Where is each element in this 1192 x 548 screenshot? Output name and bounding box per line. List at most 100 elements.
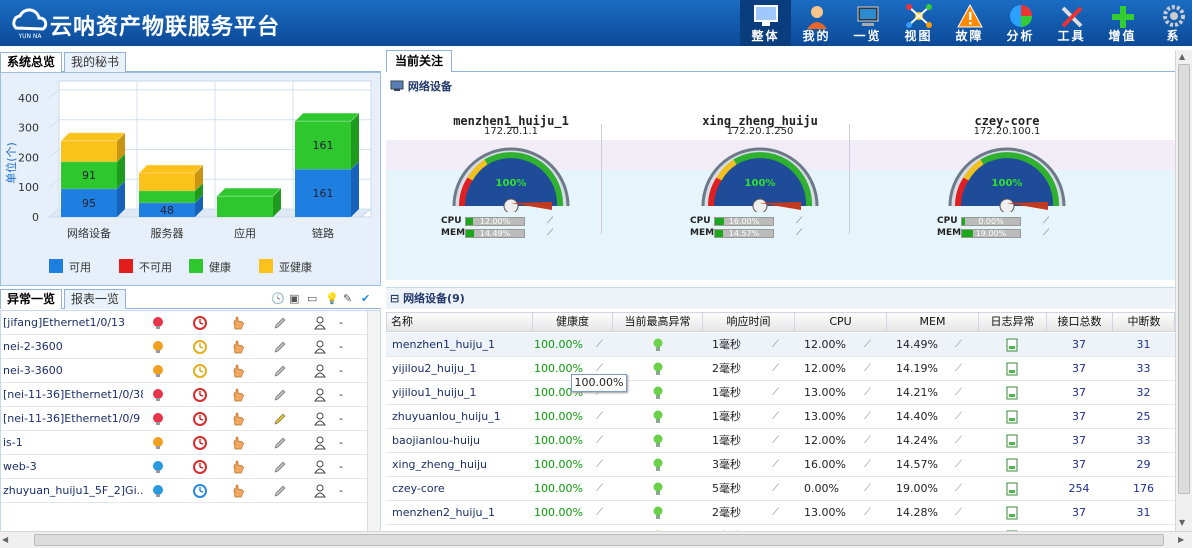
person-icon[interactable]: [313, 460, 327, 474]
anomaly-name[interactable]: [jifang]Ethernet1/0/13: [3, 311, 143, 334]
trend-chart-icon[interactable]: ⟋: [955, 333, 962, 356]
trend-chart-icon[interactable]: ⟋: [772, 501, 779, 524]
nav-tools[interactable]: 工具: [1046, 0, 1097, 46]
log-document-icon[interactable]: [1006, 482, 1018, 496]
table-row[interactable]: menzhen1_huiju_1 100.00% ⟋ 1毫秒 ⟋ 12.00% ⟋ 14.49…: [386, 333, 1175, 357]
person-icon[interactable]: [313, 316, 327, 330]
scroll-thumb[interactable]: [1178, 64, 1190, 494]
trend-chart-icon[interactable]: ⟋: [596, 453, 603, 476]
nav-monitor[interactable]: 整体: [740, 0, 791, 46]
anomaly-name[interactable]: [nei-11-36]Ethernet1/0/38: [3, 383, 143, 406]
table-row[interactable]: menzhen2_huiju_1 100.00% ⟋ 2毫秒 ⟋ 13.00% ⟋ 14.28…: [386, 501, 1175, 525]
person-icon[interactable]: [313, 436, 327, 450]
trend-chart-icon[interactable]: ⟋: [772, 429, 779, 452]
tab-anomaly-list[interactable]: 异常一览: [0, 289, 63, 309]
trend-chart-icon[interactable]: ⟋: [864, 501, 871, 524]
hand-icon[interactable]: [231, 460, 245, 474]
anomaly-name[interactable]: nei-2-3600: [3, 335, 143, 358]
person-icon[interactable]: [313, 340, 327, 354]
hand-icon[interactable]: [231, 436, 245, 450]
trend-chart-icon[interactable]: ⟋: [772, 405, 779, 428]
pencil-icon[interactable]: ✎: [343, 292, 352, 305]
device-name[interactable]: baojianlou-huiju: [392, 429, 480, 452]
hand-icon[interactable]: [231, 364, 245, 378]
tab-my-secretary[interactable]: 我的秘书: [64, 52, 127, 72]
vertical-scrollbar[interactable]: ▲ ▼: [1175, 50, 1192, 538]
anomaly-row[interactable]: zhuyuan_huiju1_5F_2]Gi... -: [1, 479, 367, 503]
pencil-icon[interactable]: [273, 412, 287, 426]
tab-report-list[interactable]: 报表一览: [64, 289, 127, 309]
device-name[interactable]: menzhen1_huiju_1: [392, 333, 495, 356]
column-header[interactable]: 日志异常: [979, 313, 1047, 332]
trend-chart-icon[interactable]: ⟋: [596, 501, 603, 524]
nav-warning[interactable]: 故障: [944, 0, 995, 46]
trend-chart-icon[interactable]: ⟋: [955, 429, 962, 452]
tab-current-focus[interactable]: 当前关注: [386, 50, 453, 72]
column-header[interactable]: CPU: [795, 313, 887, 332]
device-name[interactable]: zhuyuanlou_huiju_1: [392, 405, 501, 428]
trend-chart-icon[interactable]: ⟋: [864, 477, 871, 500]
log-document-icon[interactable]: [1006, 506, 1018, 520]
trend-chart-icon[interactable]: ⟋: [547, 216, 553, 226]
device-name[interactable]: yijilou2_huiju_1: [392, 357, 476, 380]
anomaly-name[interactable]: nei-3-3600: [3, 359, 143, 382]
trend-chart-icon[interactable]: ⟋: [547, 228, 553, 238]
pencil-icon[interactable]: [273, 316, 287, 330]
trend-chart-icon[interactable]: ⟋: [796, 216, 802, 226]
anomaly-row[interactable]: is-1 -: [1, 431, 367, 455]
nav-gear[interactable]: 系: [1148, 0, 1192, 46]
trend-chart-icon[interactable]: ⟋: [955, 501, 962, 524]
check-icon[interactable]: ✔: [361, 292, 370, 305]
save-icon[interactable]: ▣: [289, 292, 299, 305]
pencil-icon[interactable]: [273, 364, 287, 378]
pencil-icon[interactable]: [273, 340, 287, 354]
pencil-icon[interactable]: [273, 460, 287, 474]
trend-chart-icon[interactable]: ⟋: [596, 477, 603, 500]
anomaly-name[interactable]: web-3: [3, 455, 143, 478]
trend-chart-icon[interactable]: ⟋: [864, 381, 871, 404]
device-name[interactable]: menzhen2_huiju_1: [392, 501, 495, 524]
nav-pie-chart[interactable]: 分析: [995, 0, 1046, 46]
device-name[interactable]: xing_zheng_huiju: [392, 453, 487, 476]
table-row[interactable]: xing_zheng_huiju 100.00% ⟋ 3毫秒 ⟋ 16.00% ⟋ 14.57…: [386, 453, 1175, 477]
column-header[interactable]: MEM: [887, 313, 979, 332]
table-row[interactable]: zhuyuanlou_huiju_1 100.00% ⟋ 1毫秒 ⟋ 13.00% ⟋ 14.…: [386, 405, 1175, 429]
column-header[interactable]: 当前最高异常: [613, 313, 703, 332]
pencil-icon[interactable]: [273, 484, 287, 498]
nav-user[interactable]: 我的: [791, 0, 842, 46]
anomaly-name[interactable]: [nei-11-36]Ethernet1/0/9: [3, 407, 143, 430]
anomaly-row[interactable]: web-3 -: [1, 455, 367, 479]
column-header[interactable]: 响应时间: [703, 313, 795, 332]
trend-chart-icon[interactable]: ⟋: [1043, 216, 1049, 226]
scroll-down-arrow-icon[interactable]: ▼: [1179, 518, 1185, 527]
nav-network[interactable]: 视图: [893, 0, 944, 46]
trend-chart-icon[interactable]: ⟋: [864, 357, 871, 380]
anomaly-name[interactable]: is-1: [3, 431, 143, 454]
nav-computer[interactable]: 一览: [842, 0, 893, 46]
table-row[interactable]: yijilou2_huiju_1 100.00% ⟋ 2毫秒 ⟋ 12.00% ⟋ 14.19…: [386, 357, 1175, 381]
pencil-icon[interactable]: [273, 388, 287, 402]
column-header[interactable]: 名称: [387, 313, 533, 332]
trend-chart-icon[interactable]: ⟋: [772, 333, 779, 356]
anomaly-row[interactable]: nei-3-3600 -: [1, 359, 367, 383]
scroll-right-arrow-icon[interactable]: ▶: [1178, 535, 1184, 544]
hand-icon[interactable]: [231, 484, 245, 498]
scroll-up-arrow-icon[interactable]: ▲: [1179, 52, 1185, 61]
anomaly-row[interactable]: nei-2-3600 -: [1, 335, 367, 359]
bulb-icon[interactable]: 💡: [325, 292, 339, 305]
log-document-icon[interactable]: [1006, 434, 1018, 448]
scroll-left-arrow-icon[interactable]: ◀: [2, 535, 8, 544]
log-document-icon[interactable]: [1006, 458, 1018, 472]
column-header[interactable]: 中断数: [1113, 313, 1175, 332]
trend-chart-icon[interactable]: ⟋: [596, 405, 603, 428]
hand-icon[interactable]: [231, 412, 245, 426]
tab-system-overview[interactable]: 系统总览: [0, 52, 63, 72]
device-gauge[interactable]: czey-core 172.20.100.1 100% CPU 0.00% ⟋ MEM 19…: [927, 74, 1087, 274]
trend-chart-icon[interactable]: ⟋: [955, 405, 962, 428]
log-document-icon[interactable]: [1006, 410, 1018, 424]
device-name[interactable]: yijilou1_huiju_1: [392, 381, 476, 404]
table-row[interactable]: baojianlou-huiju 100.00% ⟋ 1毫秒 ⟋ 12.00% ⟋ 14.24…: [386, 429, 1175, 453]
scroll-thumb-horizontal[interactable]: [34, 534, 1164, 546]
person-icon[interactable]: [313, 388, 327, 402]
log-document-icon[interactable]: [1006, 338, 1018, 352]
